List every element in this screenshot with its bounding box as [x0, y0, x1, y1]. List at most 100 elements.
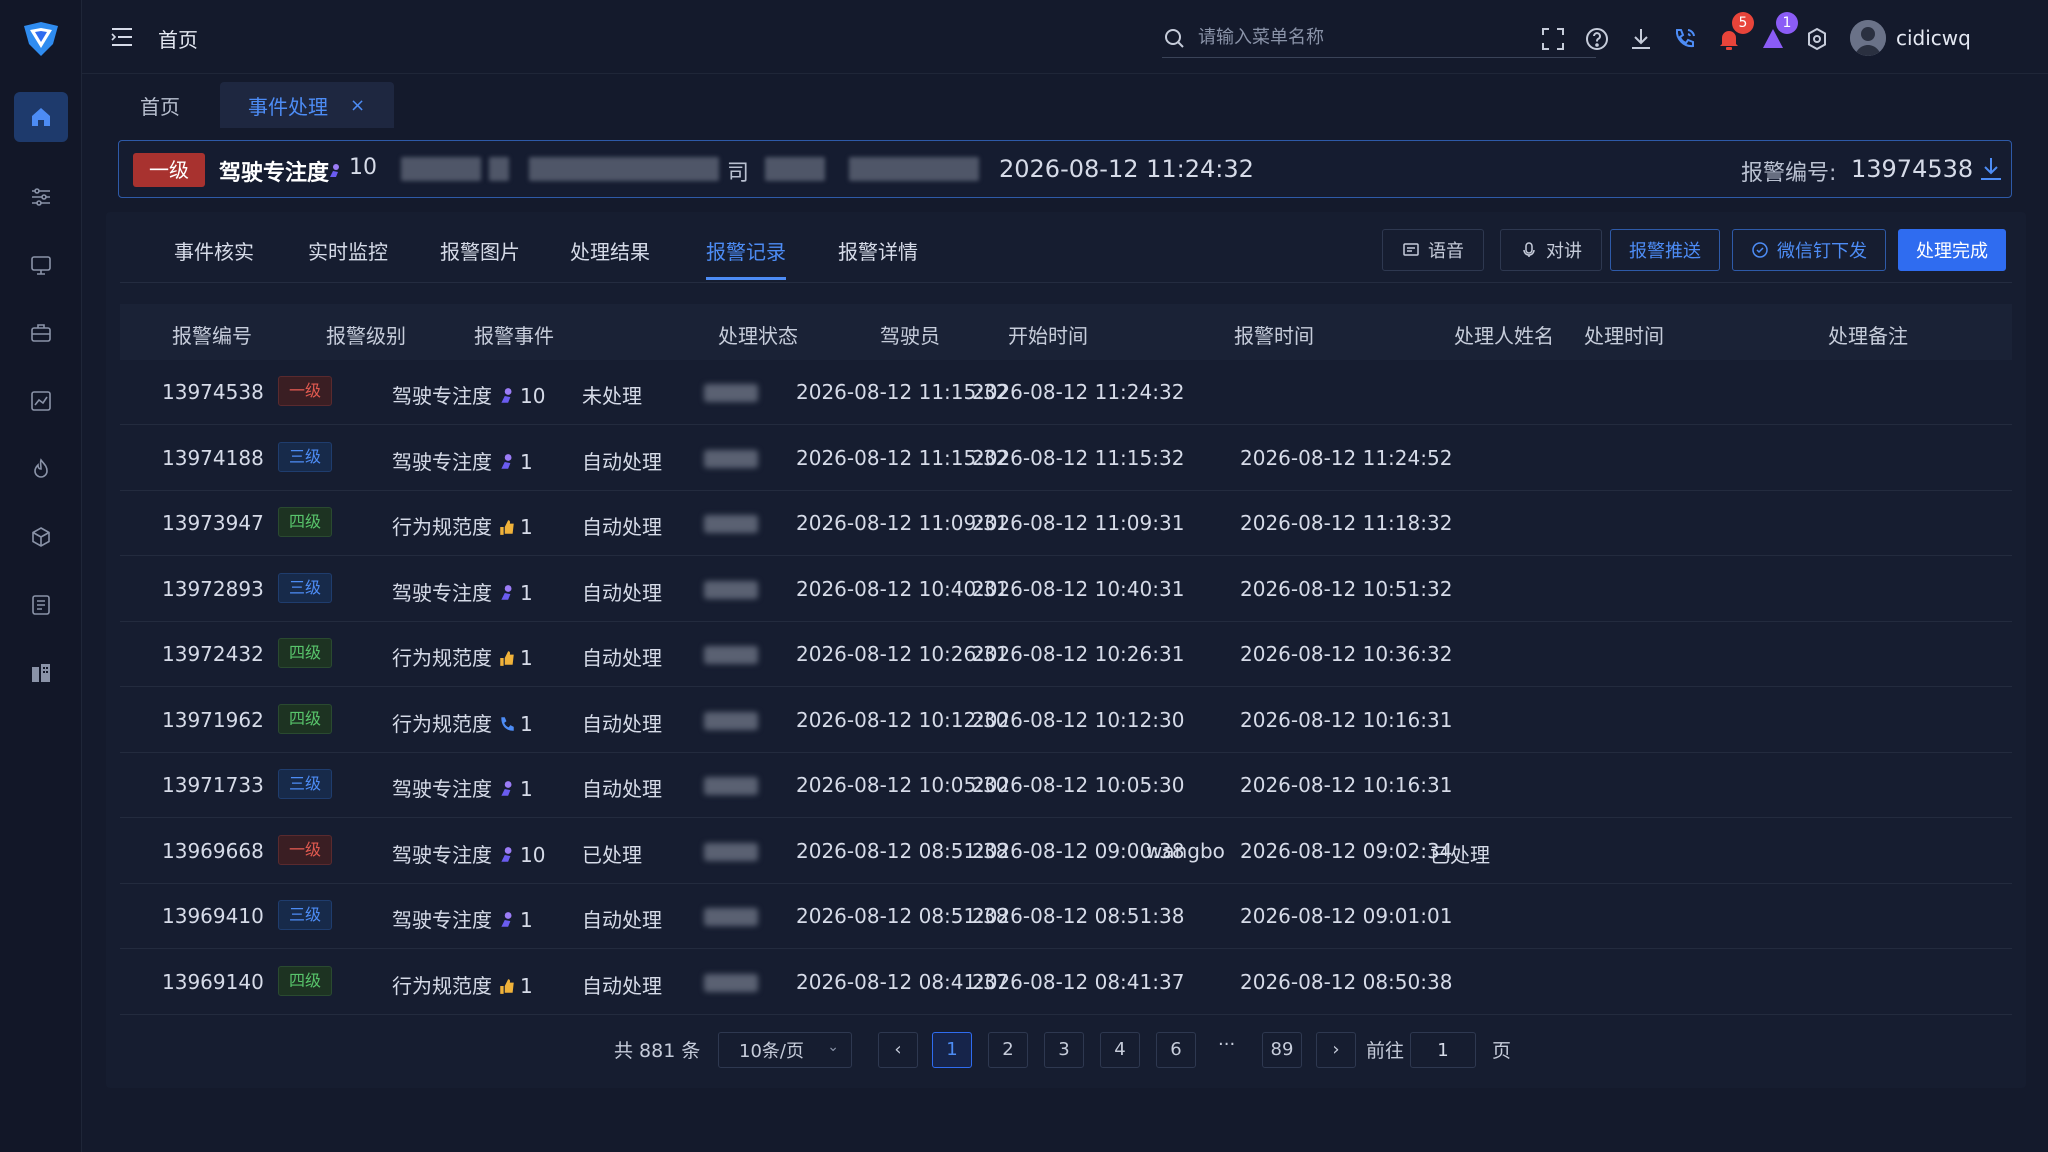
level-badge: 四级: [278, 507, 332, 537]
event-count: 1: [520, 908, 533, 932]
page-size-value: 10条/页: [739, 1041, 804, 1062]
table-row[interactable]: 13971962 四级 行为规范度 1 自动处理 2026-08-12 10:12:30 2…: [120, 688, 2012, 753]
table-row[interactable]: 13972893 三级 驾驶专注度 1 自动处理 2026-08-12 10:40:31 2…: [120, 557, 2012, 622]
driver-redacted: [704, 777, 758, 795]
page-button-6[interactable]: 6: [1156, 1032, 1196, 1068]
close-icon[interactable]: ×: [350, 95, 365, 116]
alarm-event: 驾驶专注度 1: [392, 904, 533, 933]
sidebar-item-list[interactable]: [14, 580, 68, 630]
alarm-event: 行为规范度 1: [392, 708, 533, 737]
voice-button[interactable]: 语音: [1382, 229, 1484, 271]
table-row[interactable]: 13974188 三级 驾驶专注度 1 自动处理 2026-08-12 11:15:32 2…: [120, 426, 2012, 491]
sliders-icon: [32, 188, 50, 206]
sidebar-item-settings[interactable]: [14, 172, 68, 222]
sidebar-item-alarm[interactable]: [14, 444, 68, 494]
handle-time: 2026-08-12 11:18:32: [1240, 511, 1453, 535]
tab-verify[interactable]: 事件核实: [174, 236, 254, 280]
table-row[interactable]: 13972432 四级 行为规范度 1 自动处理 2026-08-12 10:26:31 2…: [120, 622, 2012, 687]
search-icon: [1165, 28, 1184, 48]
alarm-time: 2026-08-12 10:40:31: [972, 576, 1185, 601]
username[interactable]: cidicwq: [1896, 26, 1971, 50]
goto-page-input[interactable]: [1410, 1032, 1476, 1068]
tab-alarm-details[interactable]: 报警详情: [838, 236, 918, 280]
menu-toggle-icon[interactable]: [110, 26, 134, 48]
sidebar-item-building[interactable]: [14, 648, 68, 698]
process-status: 已处理: [582, 842, 642, 867]
column-header: 处理时间: [1584, 324, 1664, 348]
tab-result[interactable]: 处理结果: [570, 236, 650, 280]
sidebar-item-cube[interactable]: [14, 512, 68, 562]
alarm-push-button[interactable]: 报警推送: [1610, 229, 1720, 271]
briefcase-icon: [31, 324, 51, 342]
alarm-time: 2026-08-12 11:15:32: [972, 445, 1185, 470]
help-icon[interactable]: [1584, 26, 1610, 52]
download-icon[interactable]: [1977, 155, 2005, 183]
event-count: 1: [520, 973, 533, 998]
tab-live-monitor[interactable]: 实时监控: [308, 236, 388, 280]
column-header: 报警编号: [172, 324, 252, 348]
message-icon[interactable]: 1: [1760, 12, 1798, 52]
process-status: 自动处理: [582, 973, 662, 998]
microphone-icon: [1523, 242, 1535, 257]
page-button-2[interactable]: 2: [988, 1032, 1028, 1068]
handle-time: 2026-08-12 10:36:32: [1240, 642, 1453, 666]
goto-label: 前往: [1366, 1040, 1405, 1062]
thumb-icon: [492, 646, 520, 670]
column-header: 处理人姓名: [1454, 324, 1554, 348]
alarm-time: 2026-08-12 10:12:30: [972, 707, 1185, 732]
table-row[interactable]: 13971733 三级 驾驶专注度 1 自动处理 2026-08-12 10:05:30 2…: [120, 753, 2012, 818]
sidebar-item-briefcase[interactable]: [14, 308, 68, 358]
driver-redacted: [704, 384, 758, 402]
page-unit-label: 页: [1492, 1040, 1512, 1062]
intercom-button[interactable]: 对讲: [1500, 229, 1602, 271]
cube-icon: [32, 527, 50, 547]
alarm-id: 13969140: [162, 969, 264, 994]
alarm-event: 驾驶专注度 1: [392, 577, 533, 606]
sidebar-item-chart[interactable]: [14, 376, 68, 426]
page-button-3[interactable]: 3: [1044, 1032, 1084, 1068]
page-button-last[interactable]: 89: [1262, 1032, 1302, 1068]
table-row[interactable]: 13973947 四级 行为规范度 1 自动处理 2026-08-12 11:09:31 2…: [120, 491, 2012, 556]
event-count: 1: [520, 711, 533, 736]
wechat-dispatch-button[interactable]: 微信钉下发: [1732, 229, 1886, 271]
prev-page-button[interactable]: ‹: [878, 1032, 918, 1068]
level-badge: 三级: [278, 769, 332, 799]
check-circle-icon: [1752, 242, 1768, 258]
phone-call-icon[interactable]: [1672, 26, 1698, 52]
tab-alarm-images[interactable]: 报警图片: [440, 236, 520, 280]
driver-focus-icon: [492, 384, 520, 408]
sidebar-item-monitor[interactable]: [14, 240, 68, 290]
page-button-4[interactable]: 4: [1100, 1032, 1140, 1068]
avatar[interactable]: [1850, 20, 1886, 56]
page-tab-home[interactable]: 首页: [112, 82, 208, 128]
voice-label: 语音: [1428, 241, 1464, 262]
table-row[interactable]: 13969410 三级 驾驶专注度 1 自动处理 2026-08-12 08:51:38 2…: [120, 884, 2012, 949]
alarm-id: 13972432: [162, 642, 264, 666]
driver-redacted: [704, 908, 758, 926]
table-row[interactable]: 13969140 四级 行为规范度 1 自动处理 2026-08-12 08:41:37 2…: [120, 950, 2012, 1015]
tab-alarm-records[interactable]: 报警记录: [706, 236, 786, 280]
event-name: 驾驶专注度: [392, 777, 492, 801]
table-row[interactable]: 13974538 一级 驾驶专注度 10 未处理 2026-08-12 11:15:32 2…: [120, 360, 2012, 425]
process-status: 自动处理: [582, 580, 662, 605]
gear-icon[interactable]: [1804, 26, 1830, 52]
driver-focus-icon: [492, 581, 520, 605]
page-button-1[interactable]: 1: [932, 1032, 972, 1068]
download-icon[interactable]: [1628, 26, 1654, 52]
next-page-button[interactable]: ›: [1316, 1032, 1356, 1068]
chart-icon: [31, 391, 51, 411]
search-input[interactable]: [1198, 27, 1578, 48]
page-size-select[interactable]: 10条/页 ⌄: [718, 1032, 852, 1068]
pagination-ellipsis[interactable]: ···: [1218, 1034, 1235, 1055]
sidebar-item-home[interactable]: [14, 92, 68, 142]
app-logo[interactable]: [20, 18, 62, 60]
alarm-bell-icon[interactable]: 5: [1716, 12, 1754, 52]
fullscreen-icon[interactable]: [1540, 26, 1566, 52]
building-icon: [32, 664, 50, 682]
process-status: 自动处理: [582, 515, 662, 539]
level-badge: 四级: [278, 965, 332, 996]
event-name: 行为规范度: [392, 515, 492, 539]
complete-button[interactable]: 处理完成: [1898, 229, 2006, 271]
table-row[interactable]: 13969668 一级 驾驶专注度 10 已处理 2026-08-12 08:51:38 2…: [120, 819, 2012, 884]
page-tab-event-handling[interactable]: 事件处理 ×: [220, 82, 394, 128]
